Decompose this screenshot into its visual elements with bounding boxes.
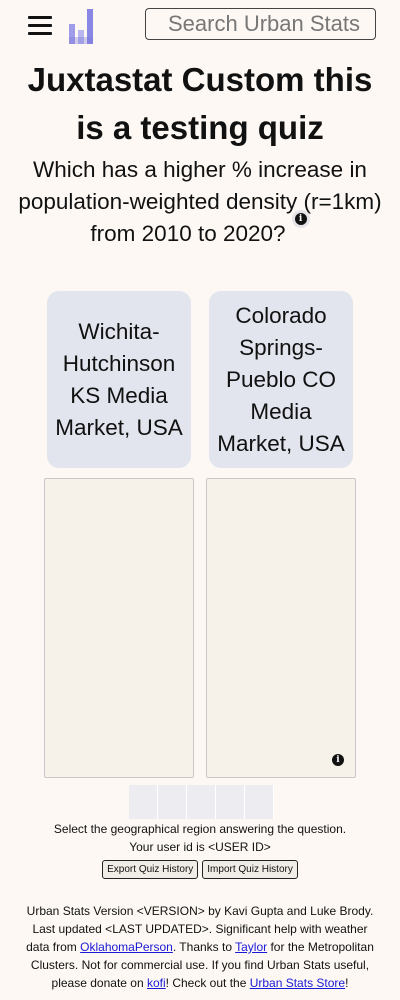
footer-text: ! — [345, 976, 349, 990]
help-instruction: Select the geographical region answering… — [53, 822, 347, 836]
search-input[interactable] — [145, 8, 376, 40]
choice-button-b[interactable]: Colorado Springs-Pueblo CO Media Market,… — [209, 291, 353, 468]
footer: Urban Stats Version <VERSION> by Kavi Gu… — [24, 902, 376, 992]
taylor-link[interactable]: Taylor — [235, 940, 267, 954]
progress-box — [187, 785, 216, 819]
quiz-progress — [129, 785, 274, 819]
urban-stats-store-link[interactable]: Urban Stats Store — [250, 976, 345, 990]
info-icon[interactable]: i — [291, 210, 310, 228]
map-panel-a[interactable] — [44, 478, 194, 778]
user-id-text: Your user id is <USER ID> — [129, 840, 271, 854]
map-panel-b[interactable]: i — [206, 478, 356, 778]
progress-box — [129, 785, 158, 819]
choice-b-label: Colorado Springs-Pueblo CO Media Market,… — [217, 302, 345, 456]
quiz-title: Juxtastat Custom this is a testing quiz — [27, 61, 373, 146]
progress-box — [216, 785, 245, 819]
quiz-question: Which has a higher % increase in populat… — [14, 154, 386, 250]
question-main-text: Which has a higher % increase in populat… — [18, 157, 382, 214]
map-info-icon[interactable]: i — [332, 754, 344, 766]
progress-box — [245, 785, 274, 819]
history-buttons: Export Quiz History Import Quiz History — [0, 860, 400, 879]
question-end-wrap: from 2010 to 2020? i — [90, 210, 310, 246]
import-quiz-history-button[interactable]: Import Quiz History — [202, 860, 298, 879]
choice-button-a[interactable]: Wichita-Hutchinson KS Media Market, USA — [47, 291, 191, 468]
footer-text: ! Check out the — [165, 976, 250, 990]
kofi-link[interactable]: kofi — [147, 976, 166, 990]
progress-box — [158, 785, 187, 819]
urban-stats-logo-icon[interactable] — [69, 9, 95, 44]
quiz-help: Select the geographical region answering… — [0, 820, 400, 856]
oklahomaperson-link[interactable]: OklahomaPerson — [80, 940, 173, 954]
footer-text: . Thanks to — [172, 940, 236, 954]
export-quiz-history-button[interactable]: Export Quiz History — [102, 860, 199, 879]
hamburger-icon[interactable] — [28, 16, 52, 36]
question-end-text: from 2010 to 2020? — [90, 221, 286, 246]
choice-a-label: Wichita-Hutchinson KS Media Market, USA — [55, 318, 183, 440]
header — [0, 0, 400, 52]
